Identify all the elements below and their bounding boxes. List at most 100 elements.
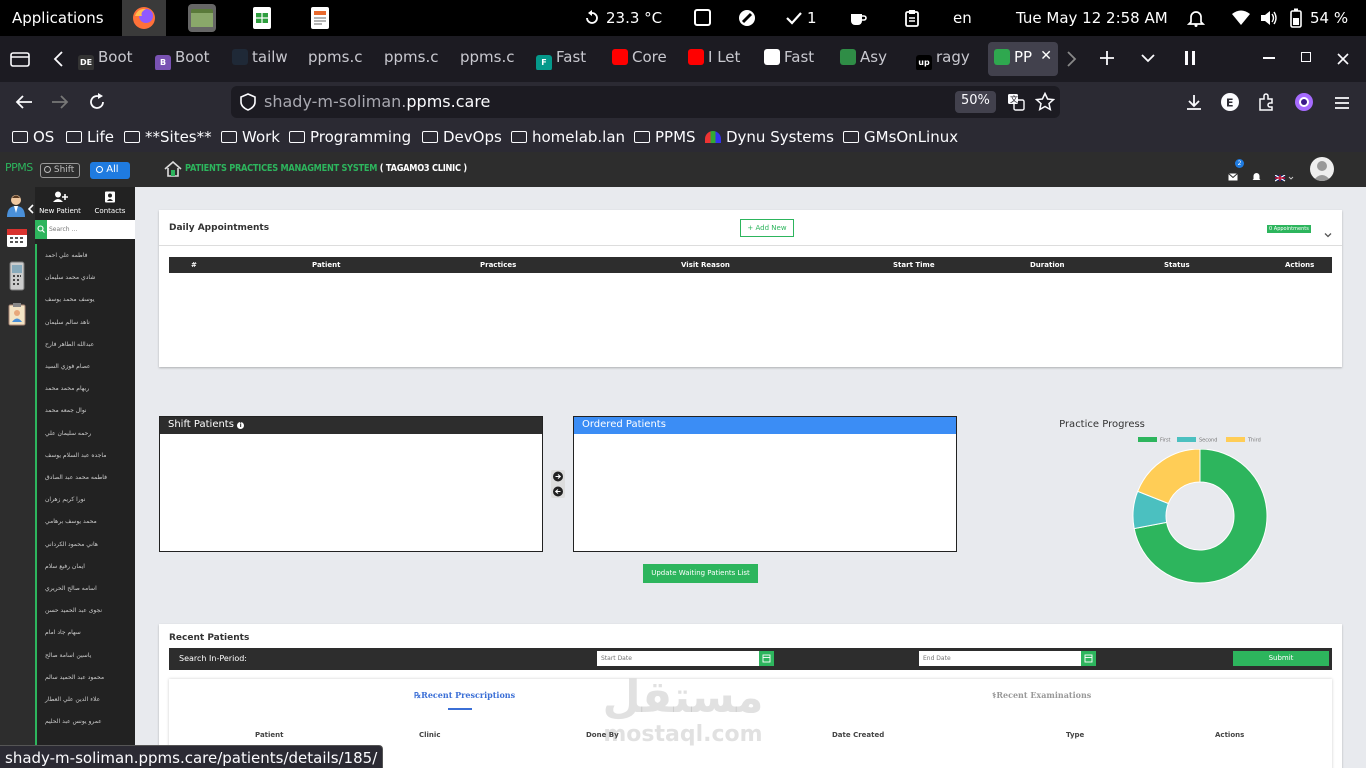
patient-list-item[interactable]: هاني محمود الكرداني <box>35 533 135 555</box>
column-header[interactable]: Actions <box>1285 261 1314 269</box>
column-header[interactable]: Practices <box>480 261 516 269</box>
shield-icon[interactable] <box>239 93 257 115</box>
tab-recent-examinations[interactable]: ⚕Recent Examinations <box>992 690 1091 700</box>
close-tab-icon[interactable]: ✕ <box>1040 48 1052 64</box>
bookmark-folder[interactable]: homelab.lan <box>511 128 625 146</box>
clipboard-icon[interactable] <box>903 9 921 31</box>
spreadsheet-app-icon[interactable] <box>248 4 276 32</box>
check-icon[interactable] <box>785 9 803 31</box>
close-window-icon[interactable] <box>1337 51 1349 69</box>
contacts-button[interactable]: Contacts <box>85 187 135 215</box>
search-input[interactable] <box>49 222 133 237</box>
browser-tab[interactable]: Core <box>612 48 684 70</box>
legend-item[interactable]: Third <box>1226 437 1261 444</box>
zoom-level[interactable]: 50% <box>955 91 996 113</box>
tab-scroll-right-icon[interactable] <box>1064 50 1078 72</box>
chevron-down-icon[interactable] <box>1324 224 1332 243</box>
brand-logo[interactable]: PPMS <box>5 161 33 174</box>
patient-list-item[interactable]: علاء الدين علي العطار <box>35 688 135 710</box>
end-date-input[interactable] <box>919 651 1081 666</box>
browser-tab[interactable]: B Boot <box>155 48 227 70</box>
browser-tab[interactable]: ppms.c <box>384 48 456 70</box>
column-header[interactable]: Patient <box>255 731 284 739</box>
doctor-icon[interactable] <box>5 193 27 221</box>
new-tab-icon[interactable] <box>1098 49 1116 71</box>
column-header[interactable]: Done By <box>586 731 619 739</box>
patient-list-item[interactable]: ريهام محمد محمد <box>35 377 135 399</box>
legend-item[interactable]: First <box>1138 437 1171 444</box>
minimize-icon[interactable] <box>1263 57 1275 59</box>
patient-list-item[interactable]: عمرو يونس عبد الحليم <box>35 710 135 732</box>
column-header[interactable]: Visit Reason <box>681 261 730 269</box>
bell-icon[interactable] <box>1186 9 1206 31</box>
browser-tab[interactable]: up ragy <box>916 48 988 70</box>
tab-scroll-left-icon[interactable] <box>52 50 66 72</box>
patient-list-item[interactable]: نوال جمعه محمد <box>35 399 135 421</box>
column-header[interactable]: Status <box>1164 261 1190 269</box>
notification-bell-icon[interactable] <box>1252 166 1261 185</box>
patient-list-item[interactable]: ناهد سالم سليمان <box>35 311 135 333</box>
legend-item[interactable]: Second <box>1177 437 1217 444</box>
firefox-view-icon[interactable] <box>10 50 30 72</box>
new-patient-button[interactable]: New Patient <box>35 187 85 215</box>
profile-extension-icon[interactable] <box>1294 92 1314 116</box>
column-header[interactable]: Actions <box>1215 731 1244 739</box>
column-header[interactable]: Type <box>1066 731 1084 739</box>
patient-list-item[interactable]: عصام فوزي السيد <box>35 355 135 377</box>
bookmark-star-icon[interactable] <box>1034 91 1056 116</box>
bookmark-folder[interactable]: Work <box>221 128 280 146</box>
patient-list-item[interactable]: يوسف محمد يوسف <box>35 288 135 310</box>
downloads-icon[interactable] <box>1185 93 1203 115</box>
bookmark-folder[interactable]: Programming <box>289 128 411 146</box>
date-time[interactable]: Tue May 12 2:58 AM <box>1016 9 1168 27</box>
bookmark-folder[interactable]: OS <box>12 128 54 146</box>
applications-menu[interactable]: Applications <box>12 9 104 27</box>
patient-list-item[interactable]: شادي محمد سليمان <box>35 266 135 288</box>
tab-list-icon[interactable] <box>1140 51 1156 69</box>
bookmark-folder[interactable]: Life <box>66 128 114 146</box>
reload-icon[interactable] <box>87 92 107 116</box>
patient-list-item[interactable]: ماجده عبد السلام يوسف <box>35 444 135 466</box>
toggle-all[interactable]: All <box>90 162 130 179</box>
patient-list-item[interactable]: عبدالله الطاهر فارح <box>35 333 135 355</box>
collapse-arrow-icon[interactable] <box>27 199 35 218</box>
calendar-icon[interactable] <box>6 226 28 252</box>
volume-icon[interactable] <box>1260 10 1278 30</box>
bookmark-folder[interactable]: **Sites** <box>124 128 212 146</box>
document-app-icon[interactable] <box>306 4 334 32</box>
column-header[interactable]: Date Created <box>832 731 884 739</box>
phone-icon[interactable] <box>6 261 28 295</box>
column-header[interactable]: Clinic <box>419 731 440 739</box>
forward-icon[interactable] <box>50 93 70 115</box>
info-icon[interactable]: i <box>237 422 245 429</box>
bookmark-folder[interactable]: PPMS <box>634 128 696 146</box>
patient-list-item[interactable]: سهام جاد امام <box>35 621 135 643</box>
restore-icon[interactable] <box>1301 52 1311 62</box>
patient-list-item[interactable]: اسامه صالح الحريري <box>35 577 135 599</box>
browser-tab[interactable]: Asy <box>840 48 912 70</box>
patient-list-item[interactable]: ياسين اسامة صالح <box>35 644 135 666</box>
pause-icon[interactable] <box>1183 50 1197 70</box>
keyboard-language[interactable]: en <box>953 9 972 27</box>
patient-list-item[interactable]: نجوى عبد الحميد حسن <box>35 599 135 621</box>
bookmark-folder[interactable]: GMsOnLinux <box>843 128 958 146</box>
column-header[interactable]: Duration <box>1030 261 1065 269</box>
browser-tab[interactable]: I Let <box>688 48 760 70</box>
translate-icon[interactable]: 文 <box>1007 93 1025 115</box>
files-app-icon[interactable] <box>188 4 216 32</box>
clipboard-doctor-icon[interactable] <box>6 302 28 330</box>
battery-icon[interactable] <box>1290 8 1302 32</box>
color-picker-icon[interactable] <box>738 9 756 31</box>
extension-e-icon[interactable]: E <box>1221 93 1239 111</box>
firefox-app-icon[interactable] <box>122 0 166 36</box>
update-waiting-list-button[interactable]: Update Waiting Patients List <box>643 564 758 583</box>
patient-list-item[interactable]: محمد يوسف برهامي <box>35 510 135 532</box>
browser-tab[interactable]: Fast <box>764 48 836 70</box>
window-icon[interactable] <box>694 9 711 26</box>
patient-list-item[interactable]: محمود عبد الحميد سالم <box>35 666 135 688</box>
extensions-icon[interactable] <box>1257 93 1275 115</box>
browser-tab[interactable]: PP ✕ <box>988 42 1058 76</box>
column-header[interactable]: # <box>191 261 197 269</box>
browser-tab[interactable]: F Fast <box>536 48 608 70</box>
browser-tab[interactable]: DE Boot <box>78 48 150 70</box>
